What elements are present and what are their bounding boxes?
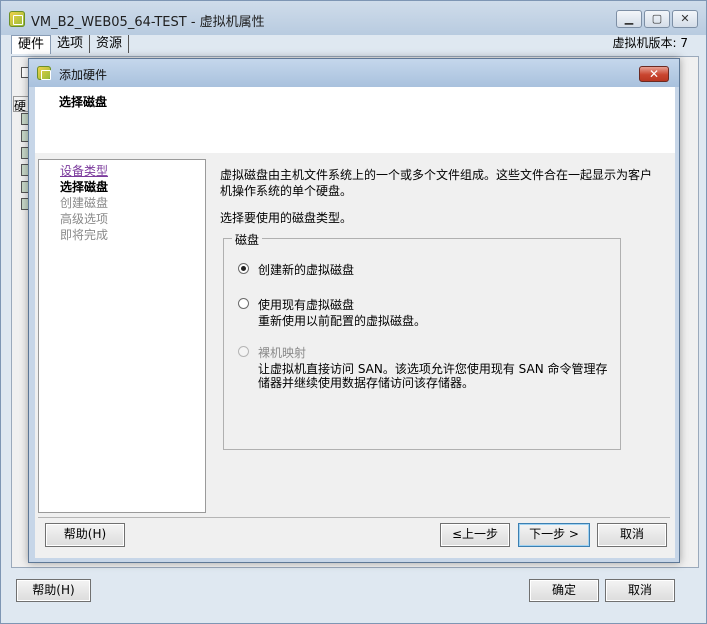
wizard-steps-list: 设备类型 选择磁盘 创建磁盘 高级选项 即将完成 bbox=[60, 163, 108, 243]
use-existing-disk-radio[interactable] bbox=[238, 298, 249, 309]
step-select-disk: 选择磁盘 bbox=[60, 180, 109, 194]
outer-window-title: VM_B2_WEB05_64-TEST - 虚拟机属性 bbox=[31, 15, 265, 30]
close-button[interactable]: ✕ bbox=[672, 10, 698, 28]
outer-help-button[interactable]: 帮助(H) bbox=[16, 579, 91, 602]
vm-version-label: 虚拟机版本: 7 bbox=[612, 36, 689, 50]
step-device-type-link[interactable]: 设备类型 bbox=[60, 163, 108, 179]
step-create-disk: 创建磁盘 bbox=[60, 196, 109, 210]
create-new-disk-label[interactable]: 创建新的虚拟磁盘 bbox=[258, 261, 354, 278]
dialog-title-bar[interactable]: 添加硬件 ✕ bbox=[29, 59, 679, 87]
vsphere-app-icon bbox=[37, 66, 51, 80]
dialog-title: 添加硬件 bbox=[59, 68, 108, 82]
properties-tabs: 硬件 选项 资源 bbox=[11, 35, 130, 54]
tab-hardware[interactable]: 硬件 bbox=[11, 35, 52, 54]
step-advanced-options: 高级选项 bbox=[60, 212, 109, 226]
wizard-body: 设备类型 选择磁盘 创建磁盘 高级选项 即将完成 虚拟磁盘由主机文件系统上的一个… bbox=[35, 153, 675, 558]
add-hardware-dialog: 添加硬件 ✕ 选择磁盘 设备类型 选择磁盘 创建磁盘 高级选项 即将完成 虚拟磁… bbox=[28, 58, 680, 563]
disk-group-label: 磁盘 bbox=[232, 231, 263, 248]
minimize-button[interactable]: ▁ bbox=[616, 10, 642, 28]
disk-options-group: 磁盘 创建新的虚拟磁盘 使用现有虚拟磁盘 重新使用以前配置的虚拟磁盘。 裸机映射… bbox=[223, 231, 621, 450]
vsphere-app-icon bbox=[9, 11, 25, 27]
use-existing-disk-label[interactable]: 使用现有虚拟磁盘 bbox=[258, 296, 354, 313]
dialog-close-button[interactable]: ✕ bbox=[639, 66, 669, 82]
use-existing-disk-description: 重新使用以前配置的虚拟磁盘。 bbox=[258, 314, 427, 328]
create-new-disk-radio[interactable] bbox=[238, 263, 249, 274]
back-button[interactable]: ≤上一步 bbox=[440, 523, 510, 547]
outer-title-bar[interactable]: VM_B2_WEB05_64-TEST - 虚拟机属性 ▁ ▢ ✕ bbox=[1, 1, 706, 35]
outer-ok-button[interactable]: 确定 bbox=[529, 579, 599, 602]
raw-device-mapping-radio bbox=[238, 346, 249, 357]
next-button[interactable]: 下一步 > bbox=[518, 523, 590, 547]
wizard-steps-panel: 设备类型 选择磁盘 创建磁盘 高级选项 即将完成 bbox=[38, 159, 206, 513]
maximize-button[interactable]: ▢ bbox=[644, 10, 670, 28]
tab-options[interactable]: 选项 bbox=[51, 35, 91, 53]
cancel-button[interactable]: 取消 bbox=[597, 523, 667, 547]
footer-divider bbox=[38, 517, 670, 518]
wizard-header: 选择磁盘 bbox=[35, 87, 675, 154]
raw-device-mapping-description: 让虚拟机直接访问 SAN。该选项允许您使用现有 SAN 命令管理存储器并继续使用… bbox=[258, 362, 608, 390]
raw-device-mapping-label: 裸机映射 bbox=[258, 346, 307, 360]
wizard-step-title: 选择磁盘 bbox=[59, 95, 108, 109]
outer-cancel-button[interactable]: 取消 bbox=[605, 579, 675, 602]
disk-type-prompt: 选择要使用的磁盘类型。 bbox=[220, 211, 353, 225]
window-controls: ▁ ▢ ✕ bbox=[616, 10, 698, 28]
disk-description: 虚拟磁盘由主机文件系统上的一个或多个文件组成。这些文件合在一起显示为客户机操作系… bbox=[220, 168, 653, 198]
help-button[interactable]: 帮助(H) bbox=[45, 523, 125, 547]
tab-resources[interactable]: 资源 bbox=[90, 35, 130, 53]
step-ready-to-complete: 即将完成 bbox=[60, 228, 109, 242]
